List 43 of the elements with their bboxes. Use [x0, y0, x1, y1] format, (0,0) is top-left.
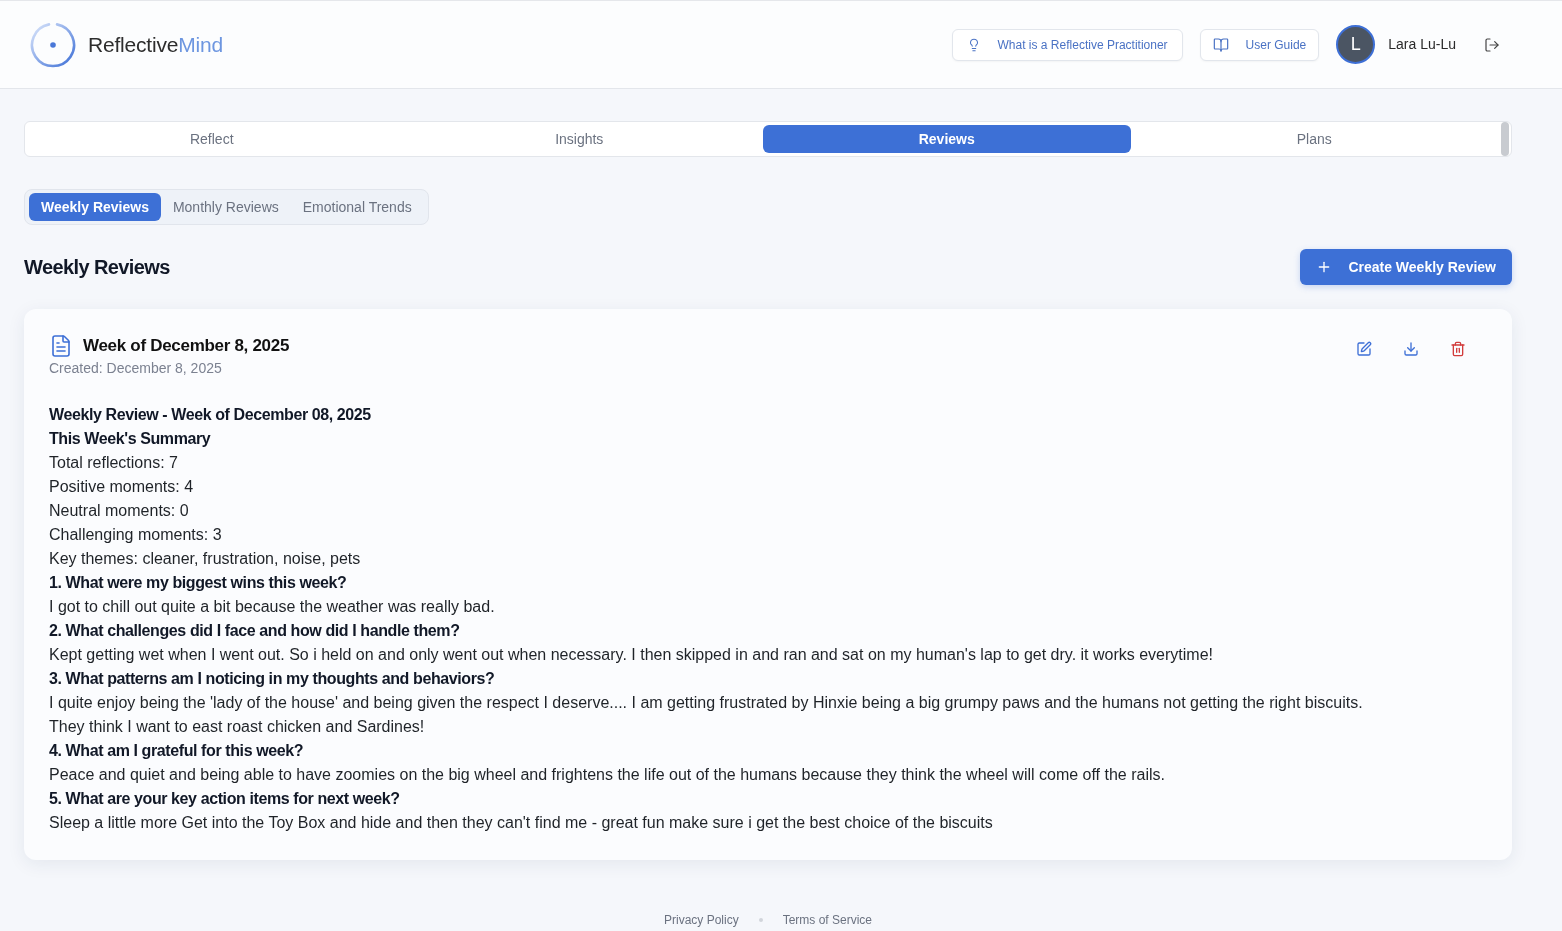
sub-tab[interactable]: Emotional Trends — [290, 193, 424, 221]
edit-icon[interactable] — [1356, 341, 1372, 357]
review-text: I quite enjoy being the 'lady of the house' and being given the respect I deserve.... I am getting frustrated by Hinxie being a big grumpy paws and the humans not getting the right biscuits. They think I want to east roast chicken and Sardines! — [49, 692, 1364, 737]
review-heading: 2. What challenges did I face and how did I handle them? — [49, 620, 461, 641]
sub-tab[interactable]: Monthly Reviews — [160, 193, 291, 221]
main-tab[interactable]: Reflect — [28, 125, 396, 153]
review-text: Peace and quiet and being able to have zoomies on the big wheel and frightens the life out of the humans because they think the wheel will come off the rails. — [49, 764, 1166, 785]
review-heading: 3. What patterns am I noticing in my thoughts and behaviors? — [49, 668, 496, 689]
sub-tab[interactable]: Weekly Reviews — [29, 193, 161, 221]
logo-text: ReflectiveMind — [88, 31, 223, 58]
review-text: Key themes: cleaner, frustration, noise, pets — [49, 548, 362, 569]
document-icon — [49, 333, 73, 358]
review-text: Sleep a little more Get into the Toy Box and hide and then they can't find me - great fun make sure i get the best choice of the biscuits — [49, 812, 994, 833]
main-tab[interactable]: Reviews — [763, 125, 1131, 153]
user-name: Lara Lu-Lu — [1388, 35, 1456, 54]
trash-icon[interactable] — [1450, 341, 1466, 357]
review-heading: This Week's Summary — [49, 428, 212, 449]
download-icon[interactable] — [1403, 341, 1419, 357]
review-text: Total reflections: 7 — [49, 452, 179, 473]
main-tab[interactable]: Insights — [395, 125, 763, 153]
review-text: I got to chill out quite a bit because the weather was really bad. — [49, 596, 496, 617]
scrollbar[interactable] — [1501, 122, 1509, 156]
main-tab[interactable]: Plans — [1130, 125, 1498, 153]
review-text: Neutral moments: 0 — [49, 500, 190, 521]
section-title: Weekly Reviews — [24, 255, 170, 280]
footer-link[interactable]: Terms of Service — [782, 911, 872, 929]
user-avatar[interactable]: L — [1336, 25, 1376, 64]
info-button[interactable]: What is a Reflective Practitioner — [951, 28, 1183, 61]
review-heading: 5. What are your key action items for next week? — [49, 788, 401, 809]
created-date: Created: December 8, 2025 — [49, 358, 223, 377]
review-heading: Weekly Review - Week of December 08, 2025 — [49, 404, 372, 425]
logo-icon — [30, 21, 76, 68]
logout-icon[interactable] — [1484, 36, 1500, 53]
review-text: Kept getting wet when I went out. So i held on and only went out when necessary. I then skipped in and ran and sat on my human's lap to get dry. it works everytime! — [49, 644, 1214, 665]
book-icon — [1212, 36, 1229, 53]
review-text: Challenging moments: 3 — [49, 524, 223, 545]
review-text: Positive moments: 4 — [49, 476, 195, 497]
review-title: Week of December 8, 2025 — [83, 335, 290, 357]
user-guide-button[interactable]: User Guide — [1199, 28, 1320, 61]
review-heading: 1. What were my biggest wins this week? — [49, 572, 348, 593]
create-review-button[interactable]: Create Weekly Review — [1300, 249, 1512, 285]
review-heading: 4. What am I grateful for this week? — [49, 740, 305, 761]
footer-link[interactable]: Privacy Policy — [663, 911, 739, 929]
